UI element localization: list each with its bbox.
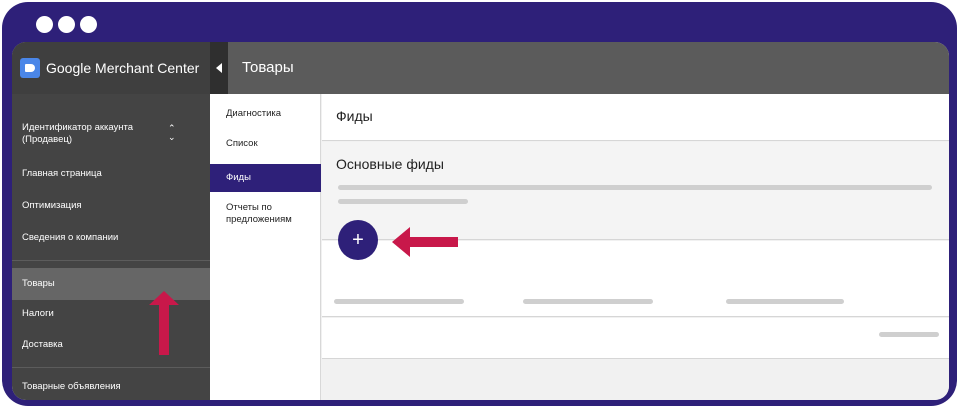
sub-navigation: Диагностика Список Фиды Отчеты по предло… bbox=[210, 94, 321, 400]
sidebar-item-home[interactable]: Главная страница bbox=[12, 164, 210, 184]
sidebar-item-shipping[interactable]: Доставка bbox=[12, 335, 210, 355]
placeholder-line bbox=[338, 199, 468, 204]
sidebar-divider bbox=[12, 260, 210, 261]
subnav-item-diagnostics[interactable]: Диагностика bbox=[210, 106, 321, 122]
sidebar-item-business-info[interactable]: Сведения о компании bbox=[12, 228, 210, 248]
add-feed-button[interactable]: + bbox=[338, 220, 378, 260]
sidebar-item-optimization[interactable]: Оптимизация bbox=[12, 196, 210, 216]
panel-footer bbox=[322, 360, 949, 400]
app-screen: Google Merchant Center Товары Идентифика… bbox=[12, 42, 949, 400]
subnav-item-offer-reports[interactable]: Отчеты по предложениям bbox=[210, 200, 321, 228]
sidebar-item-products[interactable]: Товары bbox=[12, 268, 210, 300]
placeholder-line bbox=[726, 299, 844, 304]
chevron-up-down-icon: ⌃ ⌄ bbox=[168, 123, 176, 142]
device-frame: Google Merchant Center Товары Идентифика… bbox=[2, 2, 957, 406]
sidebar-item-shopping-ads[interactable]: Товарные объявления bbox=[12, 377, 210, 397]
placeholder-line bbox=[879, 332, 939, 337]
main-panel: Фиды Основные фиды + bbox=[322, 94, 949, 400]
triangle-left-icon bbox=[216, 63, 222, 73]
brand[interactable]: Google Merchant Center bbox=[12, 42, 210, 94]
placeholder-line bbox=[334, 299, 464, 304]
app-name: Google Merchant Center bbox=[46, 60, 200, 76]
placeholder-line bbox=[338, 185, 932, 190]
top-bar: Google Merchant Center Товары bbox=[12, 42, 949, 94]
sidebar: Идентификатор аккаунта (Продавец) ⌃ ⌄ Гла… bbox=[12, 94, 210, 400]
main-header: Фиды bbox=[322, 94, 949, 141]
red-arrow-up-icon bbox=[149, 291, 179, 355]
main-title: Фиды bbox=[336, 108, 373, 124]
account-label: Идентификатор аккаунта (Продавец) bbox=[22, 122, 134, 145]
subnav-item-list[interactable]: Список bbox=[210, 136, 321, 152]
merchant-tag-icon bbox=[20, 58, 40, 78]
collapse-sidebar-button[interactable] bbox=[210, 42, 228, 94]
sidebar-item-taxes[interactable]: Налоги bbox=[12, 304, 210, 324]
red-arrow-left-icon bbox=[392, 227, 458, 257]
subnav-item-feeds[interactable]: Фиды bbox=[210, 164, 321, 192]
account-selector[interactable]: Идентификатор аккаунта (Продавец) ⌃ ⌄ bbox=[12, 120, 210, 148]
feeds-table-row bbox=[322, 318, 949, 359]
page-title: Товары bbox=[242, 59, 294, 76]
window-dot-icon bbox=[36, 16, 53, 33]
primary-feeds-card: Основные фиды + bbox=[322, 142, 949, 260]
sidebar-divider bbox=[12, 367, 210, 368]
window-dot-icon bbox=[80, 16, 97, 33]
window-dot-icon bbox=[58, 16, 75, 33]
placeholder-line bbox=[523, 299, 653, 304]
section-title: Основные фиды bbox=[336, 156, 444, 172]
